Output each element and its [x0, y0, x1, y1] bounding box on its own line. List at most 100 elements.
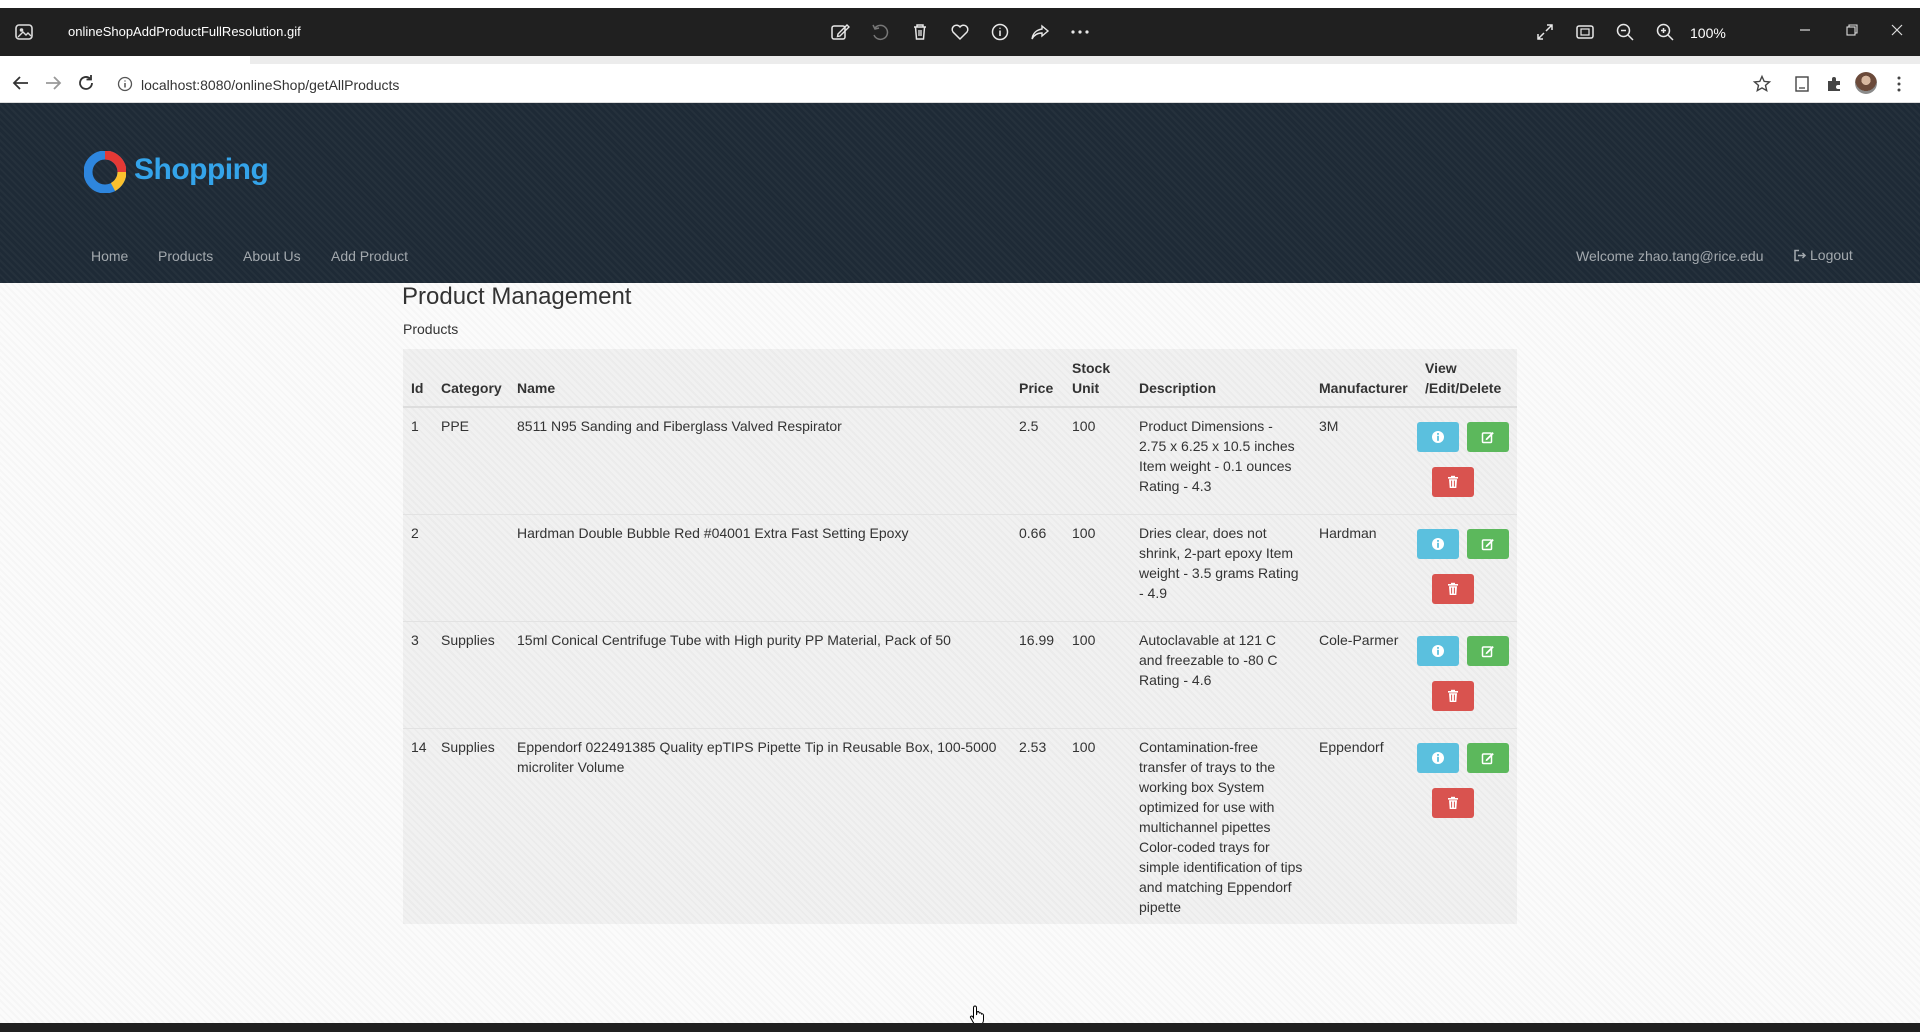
full-screen-icon[interactable] [1533, 20, 1557, 44]
viewer-bottom-edge [0, 1023, 1920, 1032]
reading-list-icon[interactable] [1791, 73, 1813, 95]
header-actions-line2: /Edit/Delete [1425, 380, 1502, 396]
site-info-icon[interactable] [117, 76, 133, 92]
minimize-icon[interactable] [1792, 18, 1818, 42]
edit-icon [1481, 432, 1494, 444]
trash-icon [1448, 689, 1458, 702]
cell-id: 3 [403, 620, 433, 728]
view-button[interactable] [1417, 422, 1459, 452]
cell-description: Dries clear, does not shrink, 2-part epo… [1131, 513, 1311, 621]
cell-actions [1417, 406, 1517, 514]
edit-button[interactable] [1467, 422, 1509, 452]
header-price[interactable]: Price [1011, 349, 1064, 408]
cell-stock: 100 [1064, 406, 1131, 514]
edit-icon [1481, 752, 1494, 764]
header-stock-unit[interactable]: Stock Unit [1064, 349, 1131, 408]
rotate-icon[interactable] [868, 20, 892, 44]
extensions-puzzle-icon[interactable] [1823, 73, 1845, 95]
cell-id: 2 [403, 513, 433, 621]
forward-arrow-icon[interactable] [42, 72, 64, 94]
cell-id: 14 [403, 727, 433, 925]
cell-name: 8511 N95 Sanding and Fiberglass Valved R… [509, 406, 1011, 514]
header-manufacturer[interactable]: Manufacturer [1311, 349, 1417, 408]
zoom-level: 100% [1690, 25, 1726, 41]
header-stock-line1: Stock [1072, 360, 1111, 376]
bookmark-star-icon[interactable] [1751, 73, 1773, 95]
delete-button[interactable] [1432, 787, 1474, 818]
table-row: 14 Supplies Eppendorf 022491385 Quality ep… [403, 727, 1517, 925]
main-content: Product Management Products Id Category … [0, 283, 1920, 1026]
cell-category [433, 513, 509, 621]
delete-button[interactable] [1432, 467, 1474, 497]
header-stock-line2: Unit [1072, 380, 1100, 396]
back-arrow-icon[interactable] [10, 72, 32, 94]
edit-icon [1481, 645, 1494, 657]
cell-price: 2.5 [1011, 406, 1064, 514]
cell-price: 0.66 [1011, 513, 1064, 621]
zoom-out-icon[interactable] [1613, 20, 1637, 44]
cell-category: Supplies [433, 727, 509, 925]
brand-name: Shopping [134, 153, 269, 186]
favorite-heart-icon[interactable] [948, 20, 972, 44]
edit-icon [1481, 538, 1494, 550]
nav-about-us[interactable]: About Us [243, 248, 301, 264]
edit-button[interactable] [1467, 742, 1509, 773]
trash-icon [1448, 475, 1458, 488]
photos-app-icon [15, 24, 33, 40]
image-viewer: onlineShopAddProductFullResolution.gif 1… [0, 0, 1920, 1032]
browser-menu-icon[interactable] [1888, 73, 1910, 95]
edit-button[interactable] [1467, 635, 1509, 666]
edit-button[interactable] [1467, 528, 1509, 559]
info-circle-icon [1432, 537, 1444, 550]
reload-icon[interactable] [75, 72, 97, 94]
header-id[interactable]: Id [403, 349, 433, 408]
edit-image-icon[interactable] [828, 20, 852, 44]
products-table: Id Category Name Price Stock Unit Descrip… [403, 349, 1517, 925]
viewer-toolbar: onlineShopAddProductFullResolution.gif 1… [0, 8, 1920, 56]
restore-icon[interactable] [1838, 18, 1864, 42]
cell-price: 2.53 [1011, 727, 1064, 925]
cell-manufacturer: Hardman [1311, 513, 1417, 621]
more-options-icon[interactable] [1068, 20, 1092, 44]
close-window-icon[interactable] [1884, 18, 1910, 42]
logout-link[interactable]: Logout [1793, 247, 1853, 263]
header-name[interactable]: Name [509, 349, 1011, 408]
cell-manufacturer: Eppendorf [1311, 727, 1417, 925]
header-description[interactable]: Description [1131, 349, 1311, 408]
header-category[interactable]: Category [433, 349, 509, 408]
zoom-in-icon[interactable] [1653, 20, 1677, 44]
share-icon[interactable] [1028, 20, 1052, 44]
cell-name: Hardman Double Bubble Red #04001 Extra F… [509, 513, 1011, 621]
delete-button[interactable] [1432, 573, 1474, 604]
cell-stock: 100 [1064, 513, 1131, 621]
tab-strip [250, 56, 1920, 64]
nav-home[interactable]: Home [91, 248, 128, 264]
nav-products[interactable]: Products [158, 248, 213, 264]
page-title: Product Management [402, 283, 632, 310]
table-row: 3 Supplies 15ml Conical Centrifuge Tube wi… [403, 620, 1517, 728]
cell-description: Product Dimensions - 2.75 x 6.25 x 10.5 … [1131, 406, 1311, 514]
file-info-icon[interactable] [988, 20, 1012, 44]
cell-name: Eppendorf 022491385 Quality epTIPS Pipet… [509, 727, 1011, 925]
cell-id: 1 [403, 406, 433, 514]
table-row: 1 PPE 8511 N95 Sanding and Fiberglass Valv… [403, 406, 1517, 514]
cell-manufacturer: 3M [1311, 406, 1417, 514]
table-header-row: Id Category Name Price Stock Unit Descrip… [403, 349, 1517, 408]
view-button[interactable] [1417, 742, 1459, 773]
cell-price: 16.99 [1011, 620, 1064, 728]
cell-actions [1417, 727, 1517, 925]
delete-image-icon[interactable] [908, 20, 932, 44]
table-row: 2 Hardman Double Bubble Red #04001 Extra … [403, 513, 1517, 621]
address-bar[interactable]: localhost:8080/onlineShop/getAllProducts [113, 74, 1753, 96]
products-table-container: Id Category Name Price Stock Unit Descrip… [403, 349, 1517, 925]
cell-actions [1417, 620, 1517, 728]
view-button[interactable] [1417, 528, 1459, 559]
delete-button[interactable] [1432, 680, 1474, 711]
viewer-file-name: onlineShopAddProductFullResolution.gif [68, 24, 301, 39]
nav-add-product[interactable]: Add Product [331, 248, 408, 264]
fit-to-window-icon[interactable] [1573, 20, 1597, 44]
profile-avatar[interactable] [1855, 72, 1877, 94]
welcome-user[interactable]: Welcome zhao.tang@rice.edu [1576, 248, 1764, 264]
view-button[interactable] [1417, 635, 1459, 666]
brand-logo-icon [84, 151, 126, 193]
